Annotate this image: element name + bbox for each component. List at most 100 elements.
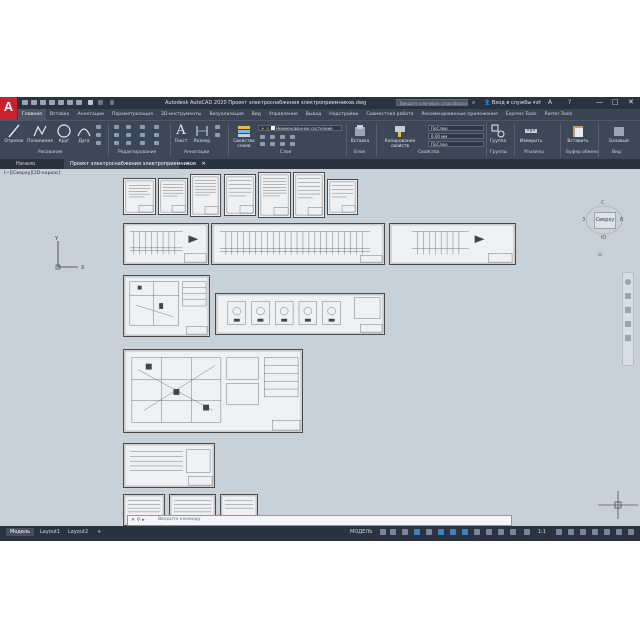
panel-label-utilities[interactable]: Утилиты — [524, 150, 544, 155]
ribbon-tab-raster-tools[interactable]: Raster Tools — [541, 109, 577, 120]
zoom-extents-icon[interactable] — [625, 307, 631, 313]
drawing-sheet-7[interactable] — [327, 179, 358, 215]
exchange-apps-icon[interactable]: ⇄ — [536, 99, 541, 106]
3d-osnap-icon[interactable] — [498, 529, 504, 535]
viewport-controls[interactable]: [−][Сверху][2D-каркас] — [4, 171, 60, 176]
orbit-icon[interactable] — [625, 321, 631, 327]
move-icon[interactable] — [114, 125, 119, 129]
trim-icon[interactable] — [140, 125, 145, 129]
drawing-sheet-schematic-2[interactable] — [211, 223, 385, 265]
insert-block-button[interactable]: Вставка — [350, 124, 370, 144]
viewcube-east[interactable]: В — [620, 217, 623, 223]
panel-label-draw[interactable]: Рисование — [38, 150, 62, 155]
workspace-dropdown-icon[interactable] — [110, 100, 114, 105]
base-view-button[interactable]: Базовый — [606, 124, 632, 144]
application-menu-button[interactable]: A — [0, 97, 17, 120]
annotation-visibility-icon[interactable] — [524, 529, 530, 535]
match-properties-button[interactable]: Копирование свойств — [382, 124, 418, 149]
viewcube[interactable]: С З В Ю Сверху ⌂ — [582, 199, 628, 259]
drawing-sheet-schematic-1[interactable] — [123, 223, 209, 265]
close-window-button[interactable]: ✕ — [628, 99, 634, 106]
sign-in-button[interactable]: 👤 Вход в службы ▾ — [484, 100, 535, 106]
scale-icon[interactable] — [126, 141, 131, 145]
layer-tool-icon[interactable] — [270, 135, 275, 139]
showmotion-icon[interactable] — [625, 335, 631, 341]
drawing-sheet-plan-2[interactable] — [123, 349, 303, 433]
circle-tool-button[interactable]: Круг — [56, 124, 72, 144]
ribbon-tab-home[interactable]: Главная — [18, 109, 46, 120]
drawing-sheet-2[interactable] — [158, 178, 188, 215]
copy-icon[interactable] — [114, 133, 119, 137]
dimension-tool-button[interactable]: Размер — [192, 124, 212, 144]
layer-tool-icon[interactable] — [280, 135, 285, 139]
lineweight-dropdown[interactable]: 0.00 мм — [428, 133, 484, 139]
maximize-button[interactable]: □ — [612, 99, 619, 106]
ribbon-tab-insert[interactable]: Вставка — [46, 109, 73, 120]
ribbon-tab-view[interactable]: Вид — [248, 109, 265, 120]
offset-icon[interactable] — [154, 141, 159, 145]
fillet-icon[interactable] — [140, 133, 145, 137]
save-icon[interactable] — [40, 100, 46, 105]
ribbon-tab-manage[interactable]: Управление — [265, 109, 302, 120]
annotation-scale-dropdown[interactable]: 1:1 — [538, 529, 546, 535]
array-icon[interactable] — [140, 141, 145, 145]
paste-button[interactable]: Вставить — [566, 124, 590, 144]
clean-screen-icon[interactable] — [616, 529, 622, 535]
layer-dropdown[interactable]: ☀ ☼ Неименованное состояние — [258, 125, 342, 131]
autodesk-a360-icon[interactable]: A — [548, 99, 552, 106]
draw-extra-icon[interactable] — [96, 133, 101, 137]
command-input[interactable]: Введите команду — [158, 517, 201, 522]
ribbon-tab-parametric[interactable]: Параметризация — [108, 109, 157, 120]
arc-tool-button[interactable]: Дуга — [77, 124, 91, 144]
command-line[interactable]: ✕ ⚲ ▸ Введите команду — [127, 515, 512, 526]
ribbon-tab-annotate[interactable]: Аннотации — [73, 109, 108, 120]
drawing-canvas[interactable]: [−][Сверху][2D-каркас] Y X С З В Ю Сверх… — [0, 169, 640, 526]
linetype-dropdown[interactable]: ПоСлою — [428, 141, 484, 147]
panel-label-properties[interactable]: Свойства — [418, 150, 439, 155]
draw-extra-icon[interactable] — [96, 141, 101, 145]
save-as-icon[interactable] — [49, 100, 55, 105]
drawing-sheet-schematic-3[interactable] — [389, 223, 516, 265]
ortho-icon[interactable] — [402, 529, 408, 535]
help-icon[interactable]: ? — [568, 99, 571, 106]
open-file-icon[interactable] — [31, 100, 37, 105]
leader-icon[interactable] — [215, 125, 220, 129]
drawing-sheet-3[interactable] — [190, 174, 221, 217]
recent-commands-icon[interactable]: ▸ — [142, 517, 145, 523]
layer-tool-icon[interactable] — [260, 142, 265, 146]
color-dropdown[interactable]: ПоСлою — [428, 125, 484, 131]
line-tool-button[interactable]: Отрезок — [4, 124, 24, 144]
panel-label-view[interactable]: Вид — [612, 150, 621, 155]
panel-label-groups[interactable]: Группы — [490, 150, 507, 155]
dynamic-ucs-icon[interactable] — [510, 529, 516, 535]
search-input[interactable]: Введите ключевое слово/фразу — [396, 99, 468, 106]
grid-icon[interactable] — [380, 529, 386, 535]
isolate-objects-icon[interactable] — [592, 529, 598, 535]
group-button[interactable]: Группа — [488, 124, 508, 144]
drawing-sheet-1[interactable] — [123, 178, 156, 215]
object-snap-tracking-icon[interactable] — [438, 529, 444, 535]
steering-wheel-icon[interactable] — [625, 279, 631, 285]
undo-icon[interactable] — [88, 100, 93, 105]
pan-icon[interactable] — [625, 293, 631, 299]
measure-button[interactable]: Измерить — [518, 124, 544, 144]
panel-label-block[interactable]: Блок — [354, 150, 365, 155]
tab-project-drawing[interactable]: Проект электроснабжения электроприемнико… — [64, 159, 206, 169]
erase-icon[interactable] — [154, 125, 159, 129]
hardware-acceleration-icon[interactable] — [604, 529, 610, 535]
mirror-icon[interactable] — [126, 133, 131, 137]
redo-icon[interactable] — [98, 100, 103, 105]
polyline-tool-button[interactable]: Полилиния — [26, 124, 54, 144]
stretch-icon[interactable] — [114, 141, 119, 145]
ribbon-tab-collaborate[interactable]: Совместная работа — [362, 109, 417, 120]
layer-tool-icon[interactable] — [280, 142, 285, 146]
web-mobile-icon[interactable] — [58, 100, 64, 105]
close-command-line-icon[interactable]: ✕ — [131, 517, 135, 523]
drawing-sheet-8[interactable] — [123, 443, 215, 488]
viewcube-south[interactable]: Ю — [601, 235, 606, 241]
drawing-sheet-panels[interactable] — [215, 293, 385, 335]
explode-icon[interactable] — [154, 133, 159, 137]
tab-model[interactable]: Модель — [6, 528, 35, 536]
layer-tool-icon[interactable] — [260, 135, 265, 139]
layer-tool-icon[interactable] — [290, 135, 295, 139]
